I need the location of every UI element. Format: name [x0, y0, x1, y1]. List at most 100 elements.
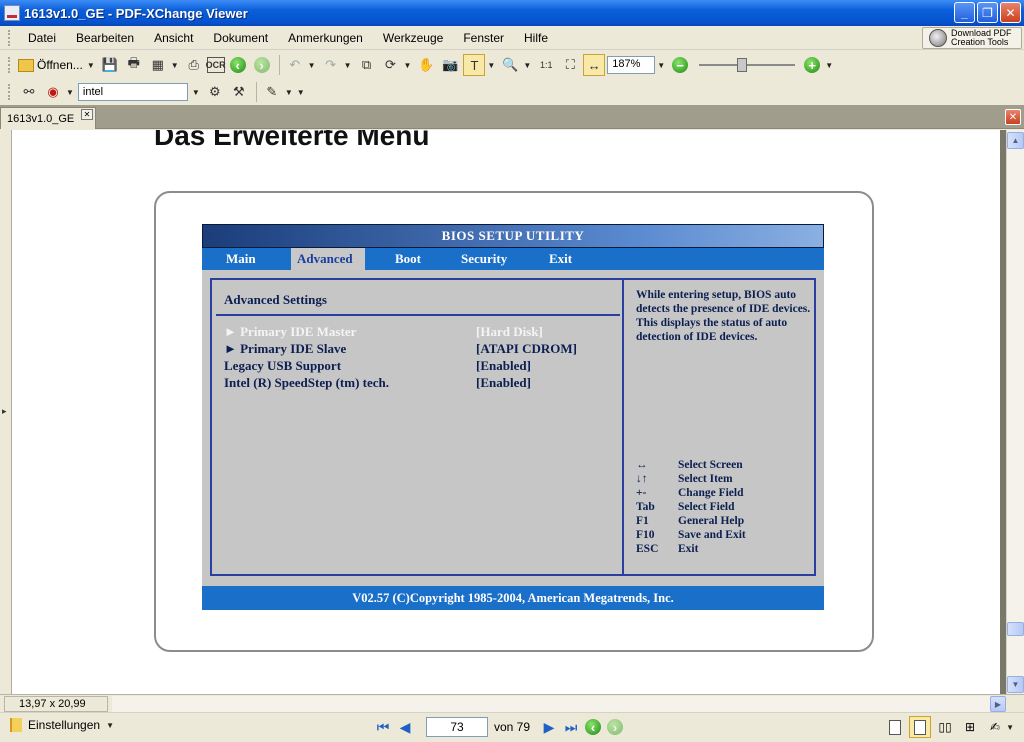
- print-icon[interactable]: 🖶: [123, 54, 145, 76]
- scroll-down-icon[interactable]: ▼: [1007, 676, 1024, 693]
- snapshot-icon[interactable]: 📷: [439, 54, 461, 76]
- forward-icon[interactable]: ›: [251, 54, 273, 76]
- close-button[interactable]: ✕: [1000, 2, 1021, 23]
- maximize-button[interactable]: ❐: [977, 2, 998, 23]
- view-mode-buttons: ▯▯ ⊞ ✍ ▼: [881, 716, 1018, 738]
- menu-ansicht[interactable]: Ansicht: [144, 31, 203, 45]
- select-text-icon[interactable]: T: [463, 54, 486, 76]
- fit-page-icon[interactable]: ⛶: [559, 54, 581, 76]
- toolbar2-grip[interactable]: [8, 84, 12, 100]
- search-toolbar: ⚯ ◉ ▼ ▼ ⚙ ⚒ ✎ ▼ ▼: [0, 79, 1024, 105]
- select-dropdown-icon[interactable]: ▼: [487, 61, 495, 70]
- page-count: von 79: [494, 720, 531, 734]
- single-page-icon[interactable]: [884, 716, 906, 738]
- binoculars-icon[interactable]: ⚯: [18, 81, 40, 103]
- history-forward-icon[interactable]: ›: [604, 716, 626, 738]
- menu-hilfe[interactable]: Hilfe: [514, 31, 558, 45]
- close-document-icon[interactable]: ✕: [1005, 109, 1021, 125]
- rotate-icon[interactable]: ⟳: [380, 54, 402, 76]
- scroll-up-icon[interactable]: ▲: [1007, 132, 1024, 149]
- document-tab-label: 1613v1.0_GE: [7, 113, 75, 125]
- bios-tab-exit: Exit: [549, 251, 573, 266]
- next-page-icon[interactable]: ▶: [538, 716, 560, 738]
- rotate-dropdown-icon[interactable]: ▼: [404, 61, 412, 70]
- bios-tab-main: Main: [226, 251, 256, 266]
- package-icon[interactable]: ▦: [147, 54, 169, 76]
- save-icon[interactable]: 💾: [99, 54, 121, 76]
- history-back-icon[interactable]: ‹: [582, 716, 604, 738]
- menubar-grip[interactable]: [8, 29, 12, 46]
- zoom-input[interactable]: 187%: [607, 56, 656, 74]
- first-page-icon[interactable]: ⏮: [372, 716, 394, 738]
- open-button[interactable]: Öffnen...: [18, 58, 83, 72]
- menu-datei[interactable]: Datei: [18, 31, 66, 45]
- globe-icon: [929, 29, 947, 47]
- undo-dropdown-icon[interactable]: ▼: [308, 61, 316, 70]
- page-size-readout: 13,97 x 20,99 cm: [4, 696, 108, 722]
- menu-anmerkungen[interactable]: Anmerkungen: [278, 31, 373, 45]
- side-panel-toggle[interactable]: ▸: [0, 130, 12, 694]
- vertical-scroll-thumb[interactable]: [1007, 622, 1024, 636]
- minimize-button[interactable]: _: [954, 2, 975, 23]
- undo-icon[interactable]: ↶: [284, 54, 306, 76]
- settings-dropdown-icon[interactable]: ▼: [106, 721, 114, 730]
- horizontal-scrollbar[interactable]: ▶: [112, 696, 1006, 712]
- search-go-icon[interactable]: ⚙: [204, 81, 226, 103]
- menu-dokument[interactable]: Dokument: [203, 31, 278, 45]
- bios-help-text: While entering setup, BIOS auto detects …: [636, 289, 811, 343]
- continuous-facing-icon[interactable]: ⊞: [959, 716, 981, 738]
- view-dropdown-icon[interactable]: ▼: [1006, 723, 1014, 732]
- package-dropdown-icon[interactable]: ▼: [171, 61, 179, 70]
- zoom-tool-dropdown-icon[interactable]: ▼: [523, 61, 531, 70]
- menu-werkzeuge[interactable]: Werkzeuge: [373, 31, 453, 45]
- zoom-out-icon[interactable]: −: [669, 54, 691, 76]
- expand-arrow-icon[interactable]: ▸: [2, 406, 8, 418]
- zoom-tool-icon[interactable]: 🔍: [499, 54, 521, 76]
- search-options-icon[interactable]: ⚒: [228, 81, 250, 103]
- facing-icon[interactable]: ▯▯: [934, 716, 956, 738]
- menu-fenster[interactable]: Fenster: [453, 31, 514, 45]
- search-engine-dropdown-icon[interactable]: ▼: [66, 88, 74, 97]
- redo-icon[interactable]: ↷: [320, 54, 342, 76]
- highlight-icon[interactable]: ✎: [261, 81, 283, 103]
- settings-label: Einstellungen: [28, 718, 101, 732]
- bios-tab-bar: Main Advanced Boot Security Exit: [202, 248, 824, 270]
- hand-tool-icon[interactable]: ✋: [415, 54, 437, 76]
- actual-size-icon[interactable]: 1:1: [535, 54, 557, 76]
- scroll-right-icon[interactable]: ▶: [990, 696, 1006, 712]
- continuous-icon[interactable]: [909, 716, 932, 738]
- page-number-input[interactable]: 73: [426, 717, 488, 737]
- document-tab[interactable]: 1613v1.0_GE ✕: [0, 107, 96, 129]
- menu-bearbeiten[interactable]: Bearbeiten: [66, 31, 144, 45]
- search-dropdown-icon[interactable]: ▼: [192, 88, 200, 97]
- document-view[interactable]: ▸ Das Erweiterte Menü BIOS SETUP UTILITY…: [0, 130, 1006, 694]
- scan-icon[interactable]: ⎙: [183, 54, 205, 76]
- zoom-dropdown-icon[interactable]: ▼: [657, 61, 665, 70]
- toolbar-grip[interactable]: [8, 57, 12, 73]
- title-bar: 1613v1.0_GE - PDF-XChange Viewer _ ❐ ✕: [0, 0, 1024, 26]
- toolbar2-overflow-icon[interactable]: ▼: [297, 88, 305, 97]
- download-pdf-tools-button[interactable]: Download PDF Creation Tools: [922, 27, 1022, 49]
- ocr-icon[interactable]: OCR: [206, 57, 226, 73]
- ask-icon[interactable]: ◉: [42, 81, 64, 103]
- fit-width-icon[interactable]: ↔: [583, 54, 606, 76]
- previous-page-icon[interactable]: ◀: [394, 716, 416, 738]
- open-dropdown-icon[interactable]: ▼: [87, 61, 95, 70]
- vertical-scrollbar[interactable]: ▲ ▼: [1006, 130, 1024, 694]
- close-icon[interactable]: ✕: [81, 109, 93, 120]
- key-row: F10 Save and Exit: [636, 529, 746, 541]
- comments-icon[interactable]: ✍: [984, 716, 1006, 738]
- bios-row-speedstep: Intel (R) SpeedStep (tm) tech. [Enabled]: [224, 375, 531, 390]
- back-icon[interactable]: ‹: [227, 54, 249, 76]
- copy-pages-icon[interactable]: ⧉: [356, 54, 378, 76]
- redo-dropdown-icon[interactable]: ▼: [344, 61, 352, 70]
- highlight-dropdown-icon[interactable]: ▼: [285, 88, 293, 97]
- bios-row-primary-ide-master: ► Primary IDE Master [Hard Disk]: [224, 324, 543, 339]
- zoom-slider[interactable]: [699, 56, 796, 74]
- toolbar-overflow-icon[interactable]: ▼: [825, 61, 833, 70]
- last-page-icon[interactable]: ⏭: [560, 716, 582, 738]
- zoom-slider-thumb[interactable]: [737, 58, 748, 72]
- settings-button[interactable]: Einstellungen ▼: [10, 718, 118, 732]
- search-input[interactable]: [77, 83, 188, 101]
- zoom-in-icon[interactable]: +: [801, 54, 823, 76]
